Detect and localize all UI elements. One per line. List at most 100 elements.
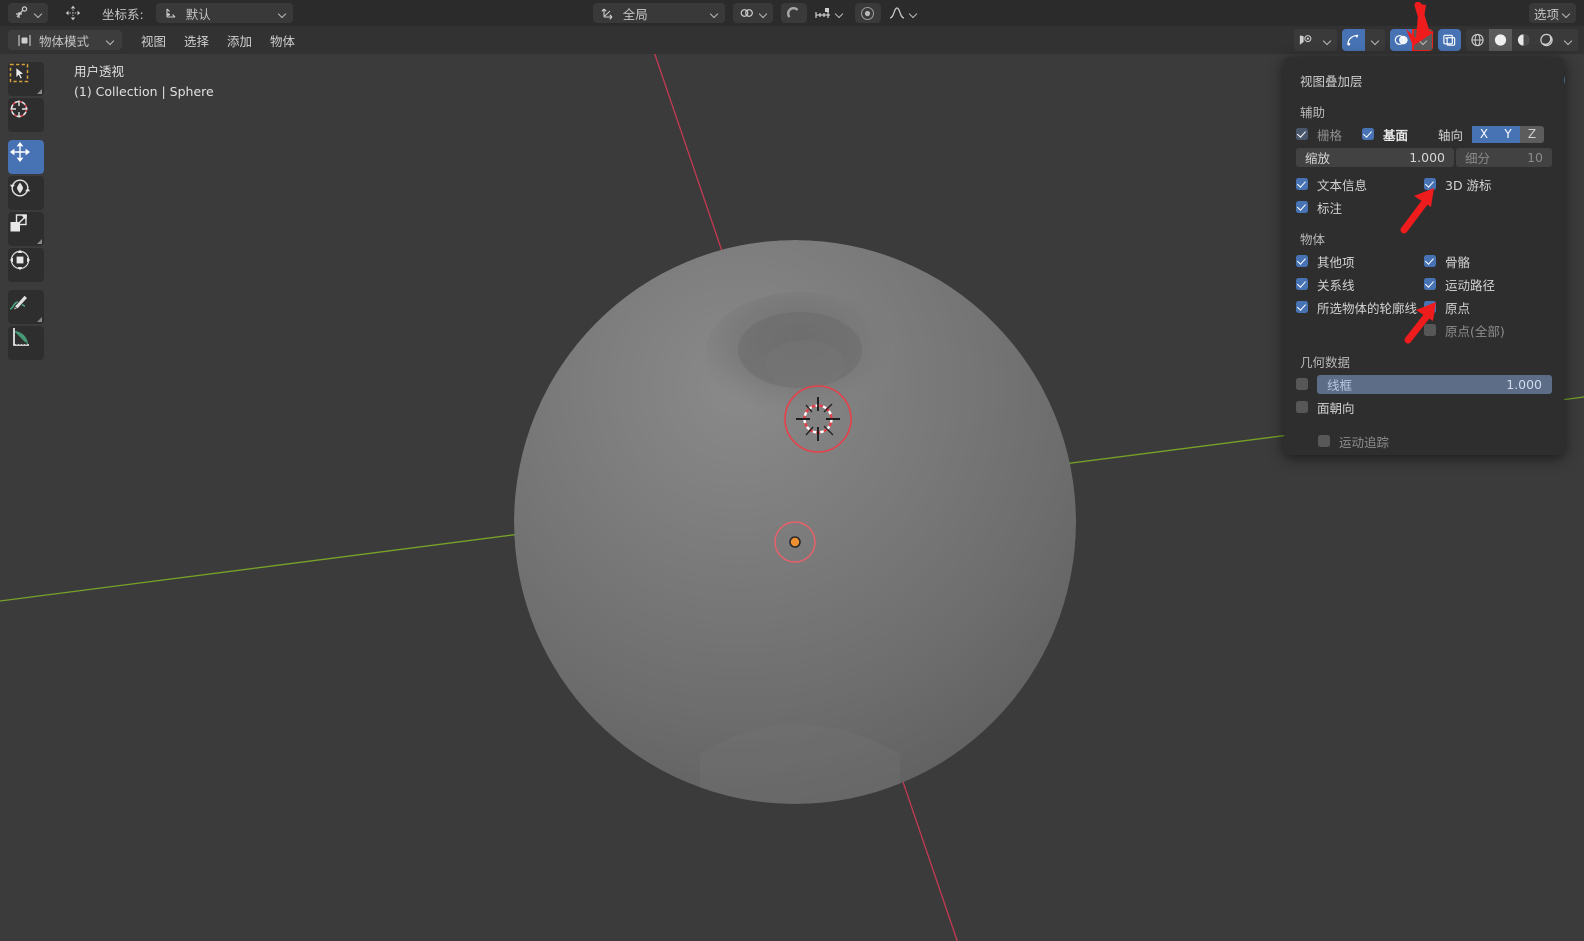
coordinate-system-value: 默认: [185, 6, 211, 22]
pivot-point-icon: [738, 4, 756, 22]
xray-group: [1438, 29, 1461, 51]
label-motion-paths: 运动路径: [1445, 277, 1496, 293]
menu-select[interactable]: 选择: [175, 29, 218, 52]
tool-rotate[interactable]: [8, 176, 44, 210]
slider-wireframe-value: 1.000: [1506, 376, 1542, 392]
overlays-group: [1390, 29, 1433, 51]
row-outline-origins: 所选物体的轮廓线 原点: [1296, 297, 1552, 317]
checkbox-motion-tracking[interactable]: [1318, 435, 1330, 447]
gizmo-dropdown[interactable]: [1365, 29, 1385, 51]
field-grid-scale-value: 1.000: [1409, 150, 1445, 165]
shading-rendered-button[interactable]: [1535, 29, 1558, 51]
section-title-objects: 物体: [1300, 232, 1326, 247]
field-grid-subdivisions-value: 10: [1527, 150, 1543, 165]
checkbox-floor[interactable]: [1362, 128, 1374, 140]
tool-move[interactable]: [8, 140, 44, 174]
orientation-select[interactable]: 全局: [592, 3, 725, 23]
checkbox-grid[interactable]: [1296, 128, 1308, 140]
checkbox-origins[interactable]: [1424, 301, 1436, 313]
overlays-dropdown[interactable]: [1412, 29, 1433, 51]
chevron-down-icon: [759, 9, 768, 18]
row-grid-floor-axes: 栅格 基面 轴向 X Y Z: [1296, 124, 1552, 144]
field-grid-scale-key: 缩放: [1305, 151, 1331, 166]
snap-settings-button[interactable]: [809, 3, 849, 23]
menu-add[interactable]: 添加: [218, 29, 261, 52]
shading-wireframe-button[interactable]: [1466, 29, 1489, 51]
menu-object[interactable]: 物体: [261, 29, 304, 52]
checkbox-bones[interactable]: [1424, 255, 1436, 267]
mode-select[interactable]: 物体模式: [8, 30, 122, 50]
label-origins: 原点: [1445, 300, 1471, 316]
checkbox-wireframe[interactable]: [1296, 378, 1308, 390]
visibility-dropdown[interactable]: [1317, 29, 1337, 51]
viewport-info-text: 用户透视 (1) Collection | Sphere: [74, 62, 214, 102]
label-relationship-lines: 关系线: [1317, 277, 1355, 293]
object-visibility-button[interactable]: [1294, 29, 1317, 51]
chevron-down-icon: [1323, 36, 1332, 45]
label-annotations: 标注: [1317, 200, 1343, 216]
tools-toolbar: [8, 62, 44, 366]
tool-cursor[interactable]: [8, 98, 44, 132]
tool-annotate[interactable]: [8, 290, 44, 324]
tool-scale[interactable]: [8, 212, 44, 246]
checkbox-annotations[interactable]: [1296, 201, 1308, 213]
field-grid-subdivisions[interactable]: 细分 10: [1456, 148, 1552, 167]
shading-solid-button[interactable]: [1489, 29, 1512, 51]
snap-toggle-button[interactable]: [780, 3, 807, 23]
section-title-geometry: 几何数据: [1300, 355, 1351, 370]
collection-label: (1) Collection | Sphere: [74, 84, 214, 99]
checkbox-motion-paths[interactable]: [1424, 278, 1436, 290]
axis-toggle-x[interactable]: X: [1472, 125, 1497, 143]
gizmo-toggle-button[interactable]: [1342, 29, 1365, 51]
checkbox-relationship-lines[interactable]: [1296, 278, 1308, 290]
row-origins-all: 原点(全部): [1296, 320, 1552, 340]
global-orientation-icon: [599, 4, 617, 22]
checkbox-3d-cursor[interactable]: [1424, 178, 1436, 190]
chevron-down-icon: [278, 9, 287, 18]
checkbox-extras[interactable]: [1296, 255, 1308, 267]
label-origins-all: 原点(全部): [1445, 323, 1505, 339]
checkbox-origins-all[interactable]: [1424, 324, 1436, 336]
label-axes: 轴向: [1438, 127, 1464, 143]
editor-type-button[interactable]: [8, 3, 48, 23]
label-bones: 骨骼: [1445, 254, 1471, 270]
label-outline-selected: 所选物体的轮廓线: [1317, 300, 1418, 316]
checkbox-face-orientation[interactable]: [1296, 401, 1308, 413]
coordinate-system-select[interactable]: 默认: [155, 3, 293, 23]
axis-toggle-z[interactable]: Z: [1520, 125, 1545, 143]
checkbox-outline-selected[interactable]: [1296, 301, 1308, 313]
field-grid-scale[interactable]: 缩放 1.000: [1296, 148, 1454, 167]
mode-label: 物体模式: [39, 33, 90, 49]
overlays-toggle-button[interactable]: [1390, 29, 1413, 51]
tool-expand-corner: [37, 317, 42, 322]
falloff-select-button[interactable]: [883, 3, 923, 23]
axis-toggle-y[interactable]: Y: [1496, 125, 1521, 143]
shading-material-button[interactable]: [1512, 29, 1535, 51]
options-button[interactable]: 选项: [1528, 3, 1576, 23]
tool-select-box[interactable]: [8, 62, 44, 96]
tool-expand-corner: [37, 89, 42, 94]
tool-measure[interactable]: [8, 326, 44, 360]
row-annotations: 标注: [1296, 197, 1552, 217]
tool-transform[interactable]: [8, 248, 44, 282]
options-label: 选项: [1533, 6, 1559, 22]
slider-wireframe[interactable]: 线框 1.000: [1317, 374, 1552, 394]
row-face-orientation: 面朝向: [1296, 397, 1552, 417]
xray-toggle-button[interactable]: [1438, 29, 1461, 51]
shading-dropdown[interactable]: [1558, 29, 1578, 51]
transform-pivot-button[interactable]: [60, 3, 86, 23]
pivot-point-button[interactable]: [732, 3, 773, 23]
row-relationship-motionpaths: 关系线 运动路径: [1296, 274, 1552, 294]
row-grid-numbers: 缩放 1.000 细分 10: [1296, 148, 1552, 167]
row-motion-tracking: 运动追踪: [1296, 431, 1552, 451]
label-motion-tracking: 运动追踪: [1339, 434, 1390, 450]
chevron-down-icon: [1564, 36, 1573, 45]
slider-wireframe-key: 线框: [1327, 377, 1353, 393]
transform-pivot-icon: [64, 4, 82, 22]
coordinate-system-label: 坐标系:: [102, 6, 144, 22]
menu-view[interactable]: 视图: [132, 29, 175, 52]
viewport-overlays-popover[interactable]: 视图叠加层 辅助 栅格 基面 轴向 X Y Z 缩放 1.000 细分 10 文…: [1284, 57, 1564, 455]
proportional-edit-toggle[interactable]: [854, 3, 881, 23]
label-floor: 基面: [1383, 127, 1409, 143]
checkbox-text-info[interactable]: [1296, 178, 1308, 190]
